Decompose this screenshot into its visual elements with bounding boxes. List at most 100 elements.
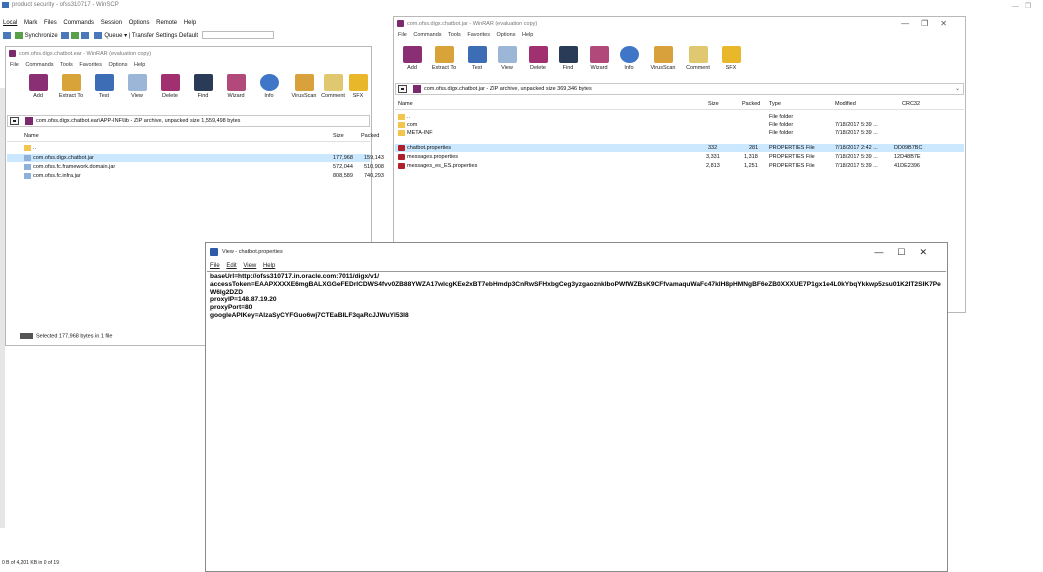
test-icon [95, 74, 114, 91]
terminal-icon[interactable] [81, 31, 90, 39]
delete-icon [529, 46, 548, 63]
winrar-app-icon [397, 20, 404, 27]
inner-virusscan-button[interactable]: VirusScan [649, 44, 677, 84]
outer-comment-button[interactable]: Comment [319, 72, 347, 112]
inner-info-button[interactable]: Info [615, 44, 643, 84]
menu-options[interactable]: Options [129, 20, 150, 26]
viewer-menu-help[interactable]: Help [263, 263, 275, 269]
outer-extract-button[interactable]: Extract To [57, 72, 85, 112]
jar-file-icon [24, 154, 31, 161]
list-item[interactable]: com File folder 7/18/2017 5:39 ... [395, 121, 964, 129]
list-item[interactable]: META-INF File folder 7/18/2017 5:39 ... [395, 129, 964, 137]
winscp-window-controls[interactable]: — ❐ [995, 2, 1035, 10]
outer-rar-title: com.ofss.digx.chatbot.ear - WinRAR (eval… [19, 51, 152, 57]
inner-menu-help[interactable]: Help [522, 32, 533, 38]
chevron-down-icon[interactable]: ⌄ [955, 84, 960, 94]
viewer-menu-view[interactable]: View [243, 263, 256, 269]
menu-remote[interactable]: Remote [156, 20, 177, 26]
transfer-settings-dropdown[interactable] [201, 31, 274, 40]
viewer-titlebar: View - chatbot.properties [206, 243, 947, 261]
inner-rar-title: com.ofss.digx.chatbot.jar - WinRAR (eval… [407, 21, 538, 27]
list-item[interactable]: com.ofss.fc.infra.jar 808,589 740,293 [7, 172, 384, 180]
inner-menu-commands[interactable]: Commands [413, 32, 441, 38]
outer-virusscan-button[interactable]: VirusScan [290, 72, 318, 112]
outer-info-button[interactable]: Info [255, 72, 283, 112]
compare-icon[interactable] [3, 31, 11, 39]
outer-delete-button[interactable]: Delete [156, 72, 184, 112]
sync-browse-icon[interactable] [61, 31, 70, 39]
wizard-icon [227, 74, 246, 91]
inner-comment-button[interactable]: Comment [684, 44, 712, 84]
up-folder-icon[interactable] [398, 85, 407, 93]
col-name[interactable]: Name [24, 131, 39, 142]
extract-icon [435, 46, 454, 63]
outer-rar-titlebar: com.ofss.digx.chatbot.ear - WinRAR (eval… [6, 47, 371, 61]
inner-rar-toolbar: Add Extract To Test View Delete Find Wiz… [394, 44, 965, 86]
col-packed[interactable]: Packed [361, 131, 379, 142]
outer-menu-favorites[interactable]: Favorites [79, 62, 102, 68]
inner-wizard-button[interactable]: Wizard [585, 44, 613, 84]
col-packed[interactable]: Packed [742, 99, 760, 110]
menu-mark[interactable]: Mark [24, 20, 37, 26]
menu-files[interactable]: Files [44, 20, 57, 26]
inner-rar-window-controls[interactable]: —❐✕ [901, 17, 959, 31]
col-type[interactable]: Type [769, 99, 781, 110]
viewer-menu-edit[interactable]: Edit [226, 263, 236, 269]
col-size[interactable]: Size [708, 99, 719, 110]
inner-test-button[interactable]: Test [463, 44, 491, 84]
inner-sfx-button[interactable]: SFX [717, 44, 745, 84]
outer-menu-file[interactable]: File [10, 62, 19, 68]
outer-menu-options[interactable]: Options [109, 62, 128, 68]
file-content-area[interactable]: baseUrl=http://ofss310717.in.oracle.com:… [207, 271, 946, 571]
queue-button[interactable]: Queue [104, 33, 122, 39]
outer-rar-menubar: File Commands Tools Favorites Options He… [6, 61, 150, 70]
outer-wizard-button[interactable]: Wizard [222, 72, 250, 112]
inner-menu-tools[interactable]: Tools [448, 32, 461, 38]
inner-menu-options[interactable]: Options [497, 32, 516, 38]
jar-file-icon [24, 163, 31, 170]
viewer-window-controls[interactable]: —☐✕ [874, 243, 941, 261]
outer-add-button[interactable]: Add [24, 72, 52, 112]
outer-menu-help[interactable]: Help [134, 62, 145, 68]
list-item[interactable]: .. File folder [395, 113, 964, 121]
outer-sfx-button[interactable]: SFX [344, 72, 372, 112]
menu-commands[interactable]: Commands [63, 20, 94, 26]
col-name[interactable]: Name [398, 99, 413, 110]
inner-add-button[interactable]: Add [398, 44, 426, 84]
console-icon[interactable] [71, 31, 80, 39]
inner-delete-button[interactable]: Delete [524, 44, 552, 84]
list-item-selected[interactable]: chatbot.properties 332 281 PROPERTIES Fi… [395, 144, 964, 152]
inner-view-button[interactable]: View [493, 44, 521, 84]
outer-view-button[interactable]: View [123, 72, 151, 112]
inner-extract-button[interactable]: Extract To [430, 44, 458, 84]
up-folder-icon[interactable] [10, 117, 19, 125]
list-item-selected[interactable]: com.ofss.digx.chatbot.jar 177,968 159,14… [7, 154, 384, 162]
inner-rar-path: com.ofss.digx.chatbot.jar - ZIP archive,… [424, 86, 592, 92]
viewer-menu-file[interactable]: File [210, 263, 220, 269]
inner-menu-file[interactable]: File [398, 32, 407, 38]
col-modified[interactable]: Modified [835, 99, 856, 110]
outer-menu-tools[interactable]: Tools [60, 62, 73, 68]
col-size[interactable]: Size [333, 131, 344, 142]
inner-menu-favorites[interactable]: Favorites [467, 32, 490, 38]
menu-help[interactable]: Help [184, 20, 196, 26]
extract-icon [62, 74, 81, 91]
synchronize-button[interactable]: Synchronize [25, 33, 58, 39]
parent-folder-icon [24, 144, 31, 151]
archive-icon [413, 85, 421, 93]
outer-menu-commands[interactable]: Commands [25, 62, 53, 68]
list-item[interactable]: com.ofss.fc.framework.domain.jar 572,044… [7, 163, 384, 171]
outer-rar-addressbar[interactable]: com.ofss.digx.chatbot.ear\APP-INF\lib - … [7, 115, 370, 127]
inner-rar-addressbar[interactable]: com.ofss.digx.chatbot.jar - ZIP archive,… [395, 83, 964, 95]
list-item[interactable]: messages.properties 3,331 1,318 PROPERTI… [395, 153, 964, 161]
transfer-settings-select[interactable]: Default [179, 33, 198, 39]
col-crc32[interactable]: CRC32 [902, 99, 920, 110]
list-item[interactable]: .. [7, 144, 370, 152]
inner-find-button[interactable]: Find [554, 44, 582, 84]
folder-icon [398, 129, 405, 136]
outer-test-button[interactable]: Test [90, 72, 118, 112]
list-item[interactable]: messages_es_ES.properties 2,813 1,251 PR… [395, 162, 964, 170]
menu-session[interactable]: Session [101, 20, 122, 26]
menu-local[interactable]: Local [3, 20, 17, 26]
outer-find-button[interactable]: Find [189, 72, 217, 112]
